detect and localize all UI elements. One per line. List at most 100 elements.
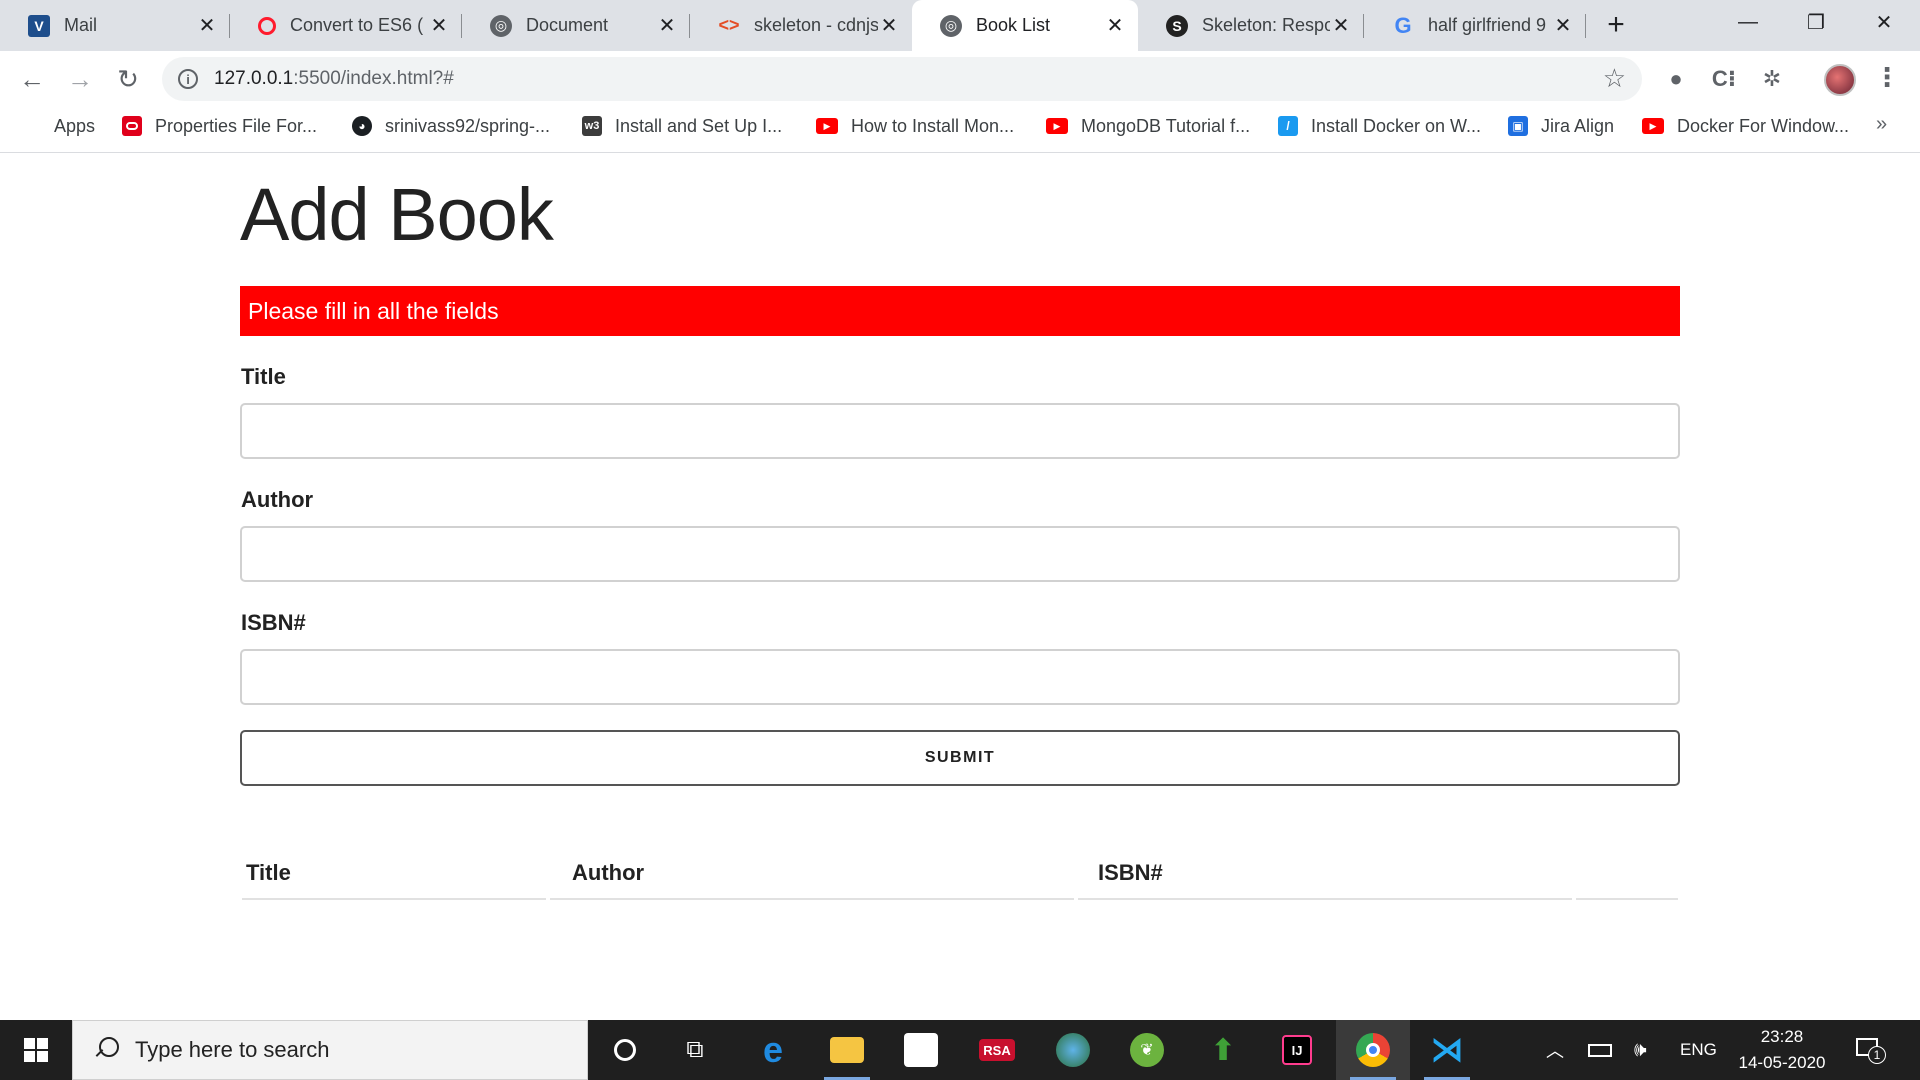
mail-icon: V <box>28 14 50 37</box>
action-center-button[interactable]: 1 <box>1854 1034 1886 1064</box>
network-app[interactable] <box>1036 1020 1110 1080</box>
battery-icon[interactable] <box>1588 1043 1612 1057</box>
youtube-icon: ▶ <box>1046 118 1068 134</box>
tab-convert-es6[interactable]: Convert to ES6 ( ✕ <box>230 0 462 51</box>
chrome-icon <box>1356 1033 1390 1067</box>
book-table-header: Title Author ISBN# <box>240 850 1680 900</box>
windows-taskbar: Type here to search ⧉ e RSA ❦ ⬆ IJ ⋊ ︿ 🕪… <box>0 1020 1920 1080</box>
new-tab-button[interactable]: + <box>1600 10 1632 42</box>
menu-icon[interactable]: ⋮ <box>1874 63 1900 95</box>
browser-toolbar: ← → ↻ i 127.0.0.1:5500/index.html?# ☆ ● … <box>0 51 1920 107</box>
bookmark-label: Install Docker on W... <box>1311 115 1482 136</box>
bookmark-docker-windows[interactable]: ▶ Docker For Window... <box>1642 107 1849 145</box>
rsa-app[interactable]: RSA <box>960 1020 1034 1080</box>
close-icon[interactable]: ✕ <box>196 15 218 37</box>
start-button[interactable] <box>0 1020 72 1080</box>
tab-label: Mail <box>64 15 98 35</box>
url-text[interactable]: 127.0.0.1:5500/index.html?# <box>214 68 454 90</box>
chevron-up-icon[interactable]: ︿ <box>1546 1037 1564 1063</box>
column-header-actions <box>1576 850 1678 900</box>
tab-label: skeleton - cdnjs <box>754 15 878 35</box>
code-icon: <> <box>718 15 740 35</box>
tab-skeleton-cdnjs[interactable]: <> skeleton - cdnjs ✕ <box>690 0 912 51</box>
extension-bug-icon[interactable]: ✲ <box>1756 63 1788 95</box>
isbn-label: ISBN# <box>241 610 306 635</box>
url-path: :5500/index.html?# <box>293 68 454 89</box>
bookmark-jira-align[interactable]: ▣ Jira Align <box>1508 107 1614 145</box>
close-icon[interactable]: ✕ <box>1552 15 1574 37</box>
intellij-icon: IJ <box>1282 1035 1312 1065</box>
chrome-app[interactable] <box>1336 1020 1410 1080</box>
tab-mail[interactable]: V Mail ✕ <box>0 0 230 51</box>
title-input[interactable] <box>240 403 1680 459</box>
close-icon[interactable]: ✕ <box>1330 15 1352 37</box>
page-title: Add Book <box>240 173 554 256</box>
tab-half-girlfriend[interactable]: G half girlfriend 9 ✕ <box>1364 0 1586 51</box>
bookmarks-bar: Apps Properties File For... ◕ srinivass9… <box>0 107 1920 153</box>
bookmarks-overflow-button[interactable]: » <box>1876 113 1887 136</box>
bookmark-install-mongo[interactable]: ▶ How to Install Mon... <box>816 107 1014 145</box>
tab-label: Book List <box>976 15 1051 35</box>
task-view-button[interactable]: ⧉ <box>658 1020 732 1080</box>
s-icon: S <box>1166 14 1188 37</box>
language-indicator[interactable]: ENG <box>1680 1040 1717 1060</box>
apps-grid-icon <box>22 117 41 136</box>
tab-document[interactable]: ◎ Document ✕ <box>462 0 690 51</box>
author-label: Author <box>241 487 314 512</box>
reload-button[interactable]: ↻ <box>108 59 148 99</box>
slash-icon: / <box>1278 116 1298 136</box>
extension-circle-icon[interactable]: ● <box>1660 63 1692 95</box>
store-app[interactable] <box>884 1020 958 1080</box>
bookmark-properties-file[interactable]: Properties File For... <box>122 107 317 145</box>
address-bar[interactable]: i 127.0.0.1:5500/index.html?# ☆ <box>162 57 1642 101</box>
close-icon[interactable]: ✕ <box>1104 15 1126 37</box>
globe-icon: ◎ <box>490 14 512 37</box>
volume-icon[interactable]: 🕪 <box>1634 1039 1647 1062</box>
vscode-app[interactable]: ⋊ <box>1410 1020 1484 1080</box>
close-icon[interactable]: ✕ <box>878 15 900 37</box>
github-icon: ◕ <box>352 116 372 136</box>
author-input[interactable] <box>240 526 1680 582</box>
rocket-icon: ⬆ <box>1210 1033 1236 1067</box>
taskbar-search[interactable]: Type here to search <box>72 1020 588 1080</box>
notification-count: 1 <box>1868 1046 1886 1064</box>
submit-button[interactable]: SUBMIT <box>240 730 1680 786</box>
spring-tool-suite-app[interactable]: ❦ <box>1110 1020 1184 1080</box>
tab-book-list[interactable]: ◎ Book List ✕ <box>912 0 1138 51</box>
bookmark-github[interactable]: ◕ srinivass92/spring-... <box>352 107 550 145</box>
close-icon[interactable]: ✕ <box>428 15 450 37</box>
isbn-input[interactable] <box>240 649 1680 705</box>
bookmark-star-icon[interactable]: ☆ <box>1603 65 1626 91</box>
tab-label: half girlfriend 9 <box>1428 15 1547 35</box>
tab-skeleton-responsive[interactable]: S Skeleton: Respo ✕ <box>1138 0 1364 51</box>
clock-time: 23:28 <box>1760 1027 1804 1046</box>
edge-app[interactable]: e <box>736 1020 810 1080</box>
close-window-button[interactable]: ✕ <box>1850 0 1918 44</box>
taskbar-search-placeholder: Type here to search <box>135 1037 330 1062</box>
clock[interactable]: 23:28 14-05-2020 <box>1732 1024 1832 1076</box>
info-icon[interactable]: i <box>178 69 198 89</box>
back-button[interactable]: ← <box>12 59 52 99</box>
jira-align-icon: ▣ <box>1508 116 1528 136</box>
column-header-author: Author <box>550 850 1074 900</box>
oracle-icon <box>122 116 142 136</box>
file-explorer-app[interactable] <box>810 1020 884 1080</box>
bookmark-install-setup[interactable]: w3 Install and Set Up I... <box>582 107 782 145</box>
extension-css-icon[interactable]: C⁝ <box>1708 63 1740 95</box>
bookmark-apps[interactable]: Apps <box>22 107 95 145</box>
cortana-button[interactable] <box>588 1020 662 1080</box>
avatar[interactable] <box>1824 64 1856 96</box>
forward-button[interactable]: → <box>60 59 100 99</box>
tab-label: Document <box>526 15 609 35</box>
globe-icon <box>1056 1033 1090 1067</box>
intellij-app[interactable]: IJ <box>1260 1020 1334 1080</box>
restore-button[interactable]: ❐ <box>1782 0 1850 44</box>
vscode-icon: ⋊ <box>1430 1031 1464 1069</box>
minimize-button[interactable]: — <box>1714 0 1782 44</box>
bookmark-install-docker[interactable]: / Install Docker on W... <box>1278 107 1481 145</box>
page-content: Add Book Please fill in all the fields T… <box>0 154 1920 1020</box>
mongodb-compass-app[interactable]: ⬆ <box>1186 1020 1260 1080</box>
bookmark-mongodb-tutorial[interactable]: ▶ MongoDB Tutorial f... <box>1046 107 1250 145</box>
close-icon[interactable]: ✕ <box>656 15 678 37</box>
error-alert: Please fill in all the fields <box>240 286 1680 336</box>
